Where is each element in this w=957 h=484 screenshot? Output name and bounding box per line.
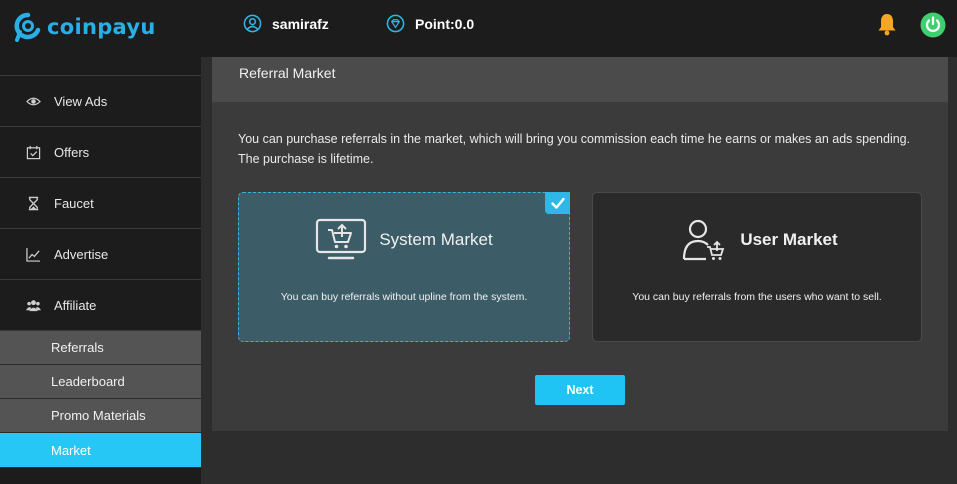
line-chart-icon	[26, 247, 41, 262]
sidebar-item-advertise[interactable]: Advertise	[0, 229, 201, 280]
sidebar: View Ads Offers Faucet Advertise Affilia…	[0, 57, 201, 484]
sidebar-item-offers[interactable]: Offers	[0, 127, 201, 178]
logo[interactable]: coinpayu	[14, 12, 156, 42]
top-bar: coinpayu samirafz Point:0.0	[0, 0, 957, 57]
system-market-title: System Market	[379, 230, 493, 249]
username: samirafz	[272, 15, 329, 32]
user-market-heading: User Market	[593, 217, 921, 263]
power-icon[interactable]	[920, 12, 946, 38]
page-title: Referral Market	[212, 57, 948, 102]
checkmark-icon	[550, 197, 565, 209]
points-display[interactable]: Point:0.0	[386, 14, 474, 33]
sidebar-spacer	[0, 57, 201, 76]
points-value: Point:0.0	[415, 15, 475, 32]
sidebar-item-label: View Ads	[54, 93, 108, 109]
sidebar-item-label: Offers	[54, 144, 90, 160]
sidebar-subitem-referrals[interactable]: Referrals	[0, 331, 201, 365]
market-description: You can purchase referrals in the market…	[238, 132, 911, 166]
calendar-check-icon	[26, 145, 41, 159]
user-market-title: User Market	[740, 230, 838, 249]
user-menu[interactable]: samirafz	[243, 14, 329, 33]
system-market-heading: System Market	[239, 217, 569, 263]
sidebar-item-view-ads[interactable]: View Ads	[0, 76, 201, 127]
system-market-card[interactable]: System Market You can buy referrals with…	[238, 192, 570, 342]
sidebar-subitem-leaderboard[interactable]: Leaderboard	[0, 365, 201, 399]
user-market-subtitle: You can buy referrals from the users who…	[632, 291, 882, 303]
system-market-subtitle: You can buy referrals without upline fro…	[280, 291, 528, 303]
selected-check-badge	[545, 192, 570, 214]
hourglass-icon	[28, 196, 39, 210]
sidebar-subitem-market[interactable]: Market	[0, 433, 201, 468]
sidebar-item-label: Affiliate	[54, 297, 97, 313]
user-circle-icon	[243, 14, 262, 33]
user-market-card[interactable]: User Market You can buy referrals from t…	[592, 192, 922, 342]
eye-icon	[26, 97, 41, 105]
coinpayu-logo-icon	[14, 12, 41, 42]
sidebar-subitem-label: Leaderboard	[51, 374, 125, 389]
brand-name: coinpayu	[47, 15, 156, 39]
referral-market-panel: Referral Market You can purchase referra…	[212, 57, 948, 431]
sidebar-item-faucet[interactable]: Faucet	[0, 178, 201, 229]
sidebar-subitem-label: Market	[51, 442, 91, 458]
diamond-icon	[386, 14, 405, 33]
sidebar-item-label: Faucet	[54, 195, 94, 211]
users-icon	[26, 299, 41, 311]
sidebar-item-label: Advertise	[54, 246, 109, 262]
sidebar-subitem-label: Promo Materials	[51, 408, 146, 423]
user-cart-icon	[683, 219, 725, 261]
sidebar-subitem-promo-materials[interactable]: Promo Materials	[0, 399, 201, 433]
sidebar-item-affiliate[interactable]: Affiliate	[0, 280, 201, 331]
next-button[interactable]: Next	[535, 375, 625, 405]
bell-icon[interactable]	[875, 12, 899, 36]
sidebar-subitem-label: Referrals	[51, 340, 104, 355]
monitor-cart-icon	[316, 218, 367, 260]
